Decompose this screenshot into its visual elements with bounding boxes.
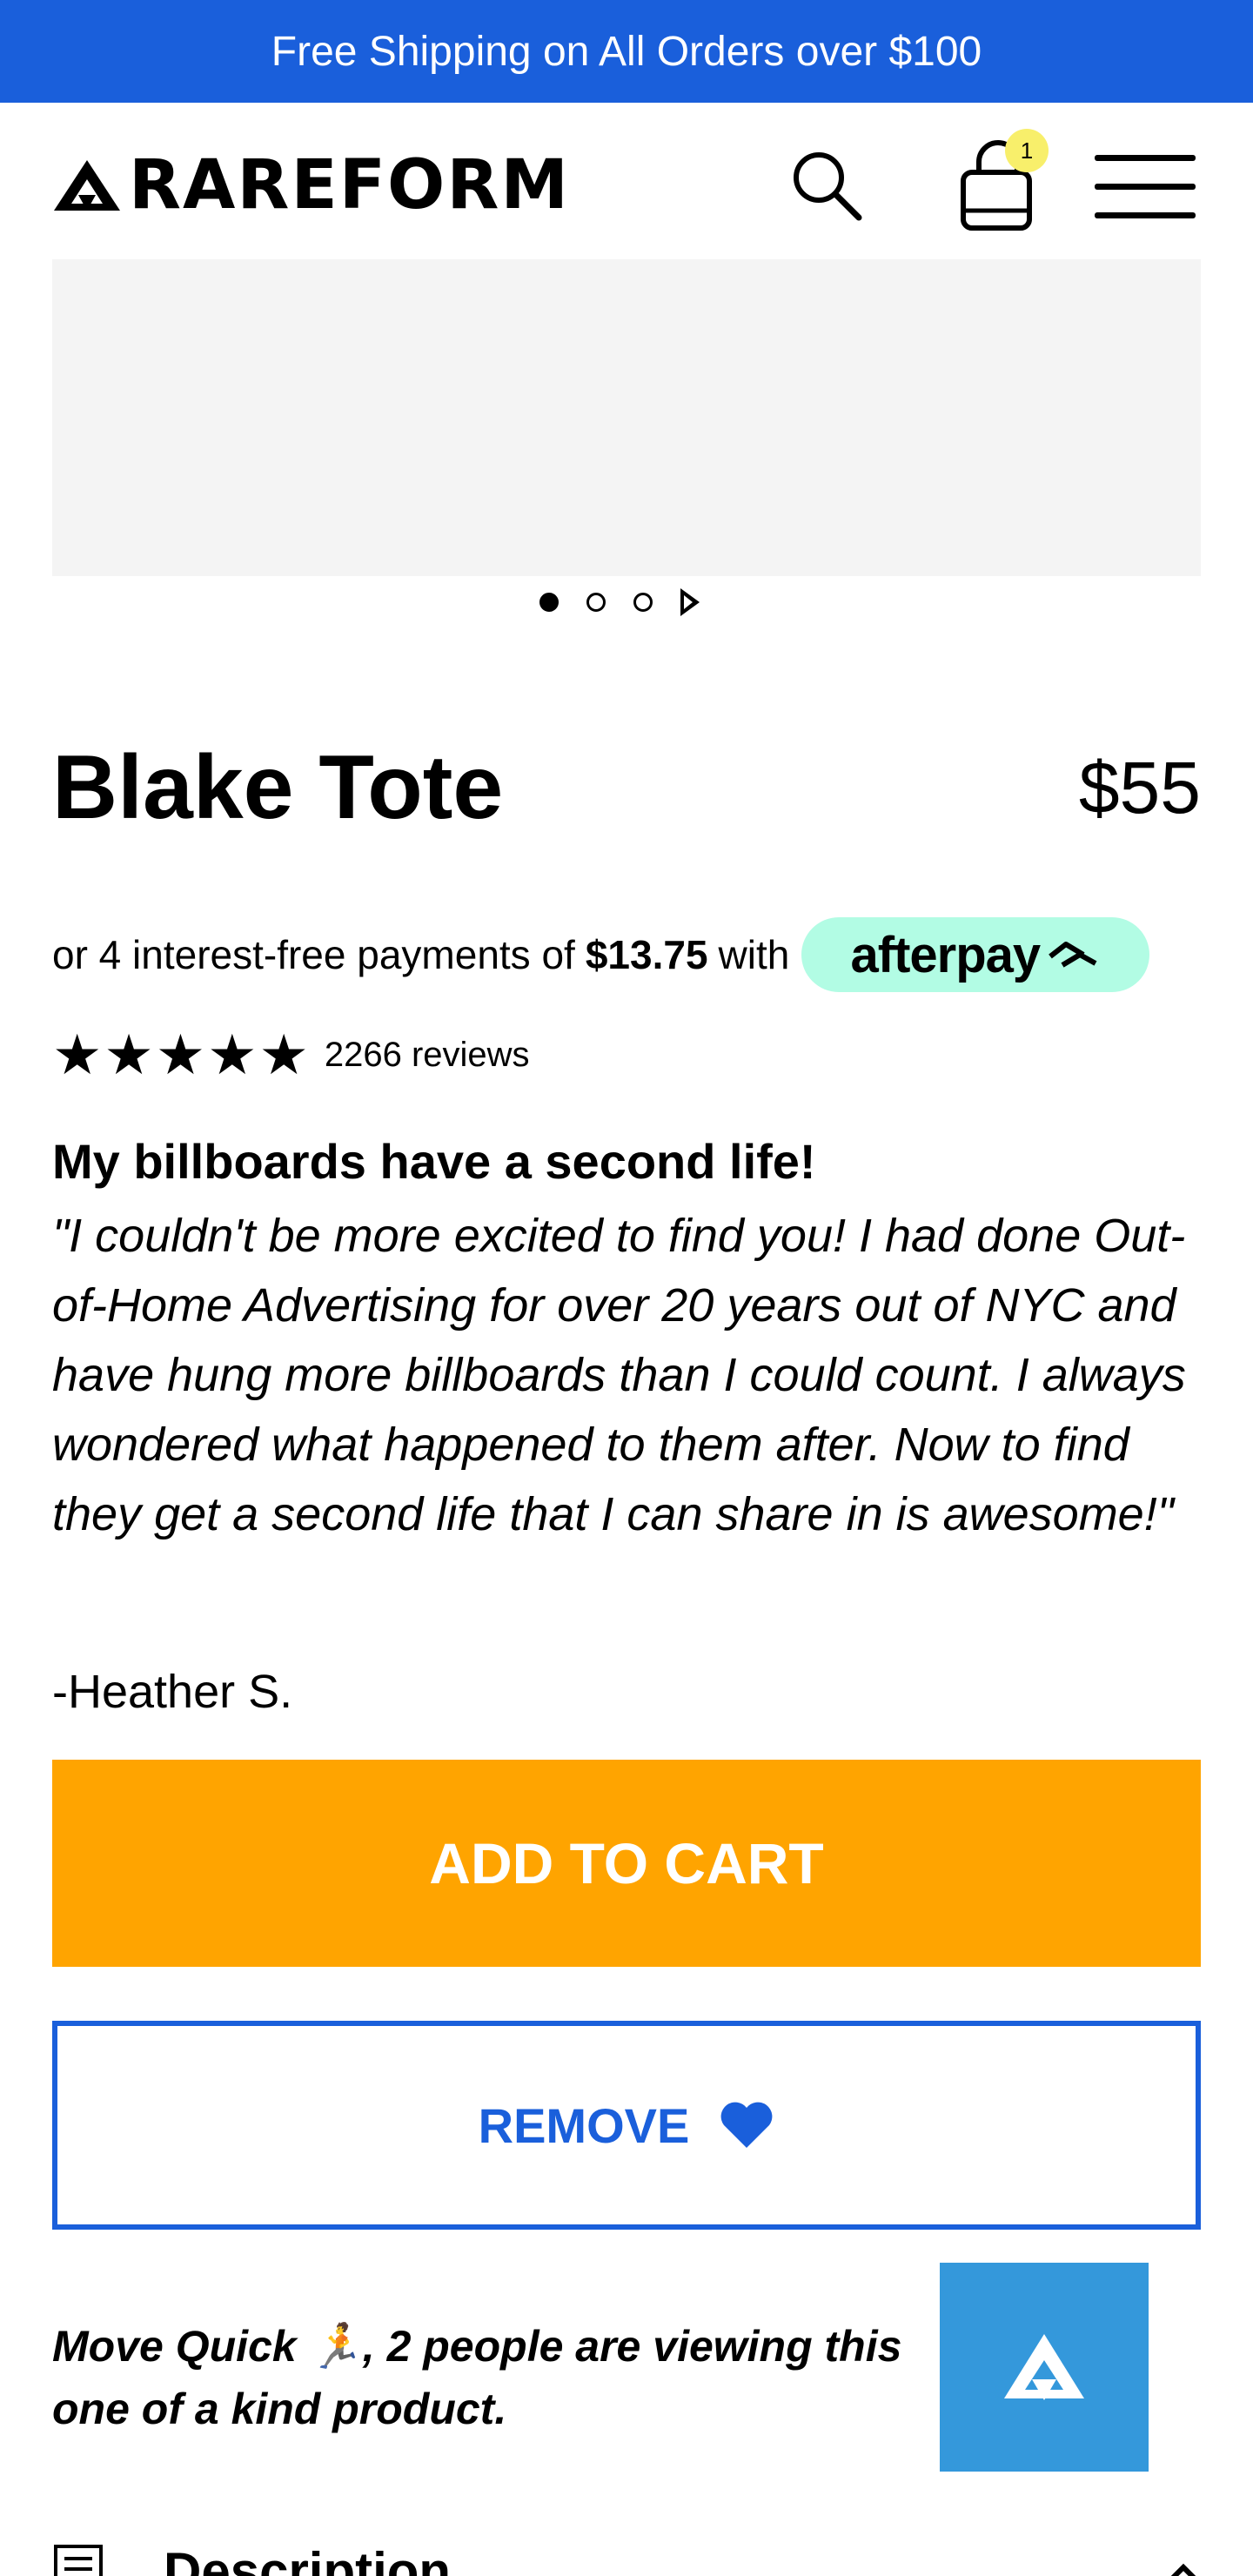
remove-wishlist-button[interactable]: REMOVE [52, 2021, 1201, 2230]
gallery-dot-3[interactable] [633, 593, 653, 612]
product-price: $55 [1078, 747, 1201, 828]
menu-button[interactable] [1095, 155, 1196, 225]
hamburger-menu-icon [1095, 212, 1196, 218]
product-rating[interactable]: ★★★★★ 2266 reviews [52, 1027, 530, 1083]
gallery-dot-1[interactable] [539, 593, 559, 612]
product-image-gallery[interactable] [52, 259, 1201, 576]
product-title: Blake Tote [52, 737, 504, 838]
search-button[interactable] [787, 146, 866, 225]
chevron-up-icon [1170, 2563, 1196, 2576]
rareform-mark-icon [54, 160, 120, 211]
remove-label: REMOVE [478, 2097, 690, 2153]
afterpay-suffix: with [718, 932, 790, 977]
site-header: RAREFORM 1 [0, 103, 1253, 259]
afterpay-message: or 4 interest-free payments of $13.75 wi… [52, 916, 1150, 994]
rating-stars: ★★★★★ [52, 1023, 311, 1086]
shipping-banner: Free Shipping on All Orders over $100 [0, 0, 1253, 103]
brand-name: RAREFORM [129, 146, 571, 225]
document-icon [54, 2545, 103, 2576]
afterpay-badge[interactable]: afterpay [801, 917, 1150, 992]
afterpay-amount: $13.75 [585, 932, 708, 977]
gallery-next-icon[interactable] [680, 588, 700, 616]
logo-link[interactable]: RAREFORM [52, 146, 571, 225]
description-label: Description [164, 2542, 452, 2576]
cart-count-badge: 1 [1005, 129, 1049, 172]
hamburger-menu-icon [1095, 155, 1196, 161]
afterpay-arrows-icon [1049, 942, 1097, 968]
search-icon [794, 152, 862, 221]
gallery-dot-2[interactable] [586, 593, 606, 612]
floating-rareform-button[interactable] [940, 2263, 1149, 2472]
description-accordion[interactable]: Description [52, 2524, 1201, 2576]
afterpay-brand: afterpay [850, 926, 1042, 983]
cart-button[interactable]: 1 [953, 129, 1049, 233]
heart-icon [720, 2102, 773, 2148]
testimonial-author: -Heather S. [52, 1666, 293, 1718]
testimonial-title: My billboards have a second life! [52, 1134, 816, 1189]
rareform-mark-icon [1004, 2334, 1084, 2400]
banner-text: Free Shipping on All Orders over $100 [271, 28, 982, 75]
hamburger-menu-icon [1095, 184, 1196, 190]
review-count[interactable]: 2266 reviews [325, 1036, 530, 1075]
afterpay-prefix: or 4 interest-free payments of [52, 932, 575, 977]
viewing-urgency-message: Move Quick 🏃, 2 people are viewing this … [52, 2322, 902, 2433]
testimonial-quote: "I couldn't be more excited to find you!… [52, 1210, 1186, 1540]
add-to-cart-button[interactable]: ADD TO CART [52, 1760, 1201, 1967]
gallery-pagination [539, 585, 700, 620]
